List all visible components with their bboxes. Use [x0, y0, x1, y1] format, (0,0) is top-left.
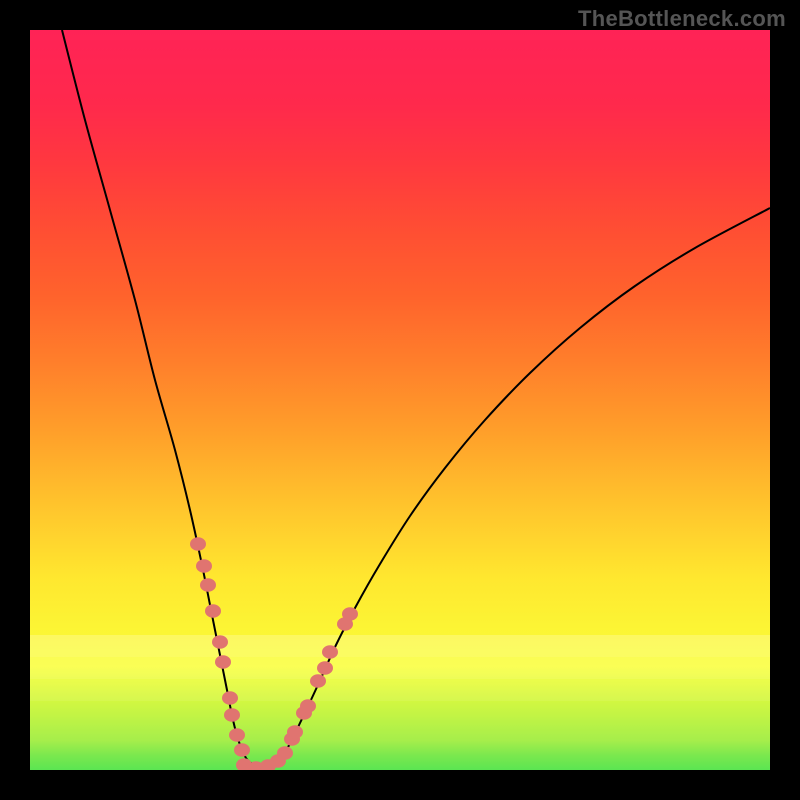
data-marker — [200, 578, 216, 592]
plot-area — [30, 30, 770, 770]
watermark-text: TheBottleneck.com — [578, 6, 786, 32]
data-marker — [287, 725, 303, 739]
data-marker — [224, 708, 240, 722]
data-marker — [222, 691, 238, 705]
data-marker — [196, 559, 212, 573]
data-marker — [310, 674, 326, 688]
data-marker — [322, 645, 338, 659]
data-marker — [215, 655, 231, 669]
data-marker — [277, 746, 293, 760]
data-marker — [317, 661, 333, 675]
data-marker — [205, 604, 221, 618]
data-marker — [234, 743, 250, 757]
chart-frame: TheBottleneck.com — [0, 0, 800, 800]
data-marker — [229, 728, 245, 742]
data-markers — [190, 537, 358, 770]
data-marker — [300, 699, 316, 713]
bottleneck-curve — [62, 30, 770, 768]
data-marker — [342, 607, 358, 621]
data-marker — [190, 537, 206, 551]
chart-svg — [30, 30, 770, 770]
data-marker — [212, 635, 228, 649]
